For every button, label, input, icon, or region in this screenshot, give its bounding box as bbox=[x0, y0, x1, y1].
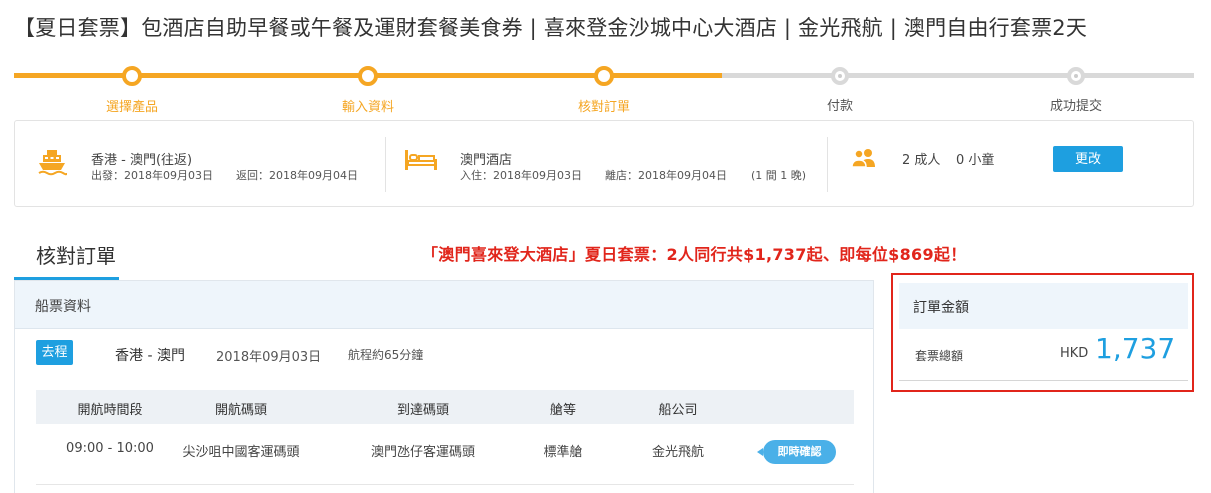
hotel-name: 澳門酒店 bbox=[460, 153, 513, 168]
hotel-checkin-date: 入住：2018年09月03日 bbox=[460, 169, 582, 182]
step-dot bbox=[831, 67, 849, 85]
check-order-title: 核對訂單 bbox=[36, 244, 116, 268]
step-label: 選擇產品 bbox=[105, 100, 158, 115]
bed-icon bbox=[405, 150, 437, 170]
step-enter-details: 輸入資料 bbox=[298, 60, 438, 115]
total-amount: 1,737 bbox=[1095, 332, 1176, 365]
step-label: 核對訂單 bbox=[577, 100, 630, 115]
ferry-route: 香港 - 澳門(往返) bbox=[91, 153, 193, 168]
step-select-product: 選擇產品 bbox=[62, 60, 202, 115]
step-dot bbox=[358, 66, 378, 86]
adult-count: 2 成人 bbox=[902, 153, 941, 168]
table-header: 開航時間段 開航碼頭 到達碼頭 艙等 船公司 bbox=[36, 390, 854, 424]
checkout-progress: 選擇產品 輸入資料 核對訂單 付款 成功提交 bbox=[14, 60, 1194, 120]
direction-badge: 去程 bbox=[36, 340, 73, 365]
ferry-ticket-panel: 船票資料 去程 香港 - 澳門 2018年09月03日 航程約65分鐘 開航時間… bbox=[14, 280, 874, 493]
order-amount-panel: 訂單金額 套票總額 HKD 1,737 bbox=[899, 283, 1188, 382]
guest-summary: 2 成人 0 小童 bbox=[828, 121, 1193, 206]
cabin-class-cell: 標準艙 bbox=[543, 445, 583, 460]
total-label: 套票總額 bbox=[915, 349, 964, 363]
change-button[interactable]: 更改 bbox=[1053, 146, 1123, 172]
step-check-order: 核對訂單 bbox=[534, 60, 674, 115]
currency-label: HKD bbox=[1060, 346, 1089, 361]
page-title: 【夏日套票】包酒店自助早餐或午餐及運財套餐美食券 | 喜來登金沙城中心大酒店 |… bbox=[14, 16, 1088, 40]
people-icon bbox=[851, 149, 875, 168]
arrival-pier-cell: 澳門氹仔客運碼頭 bbox=[370, 445, 476, 460]
ferry-summary: 香港 - 澳門(往返) 出發：2018年09月03日 返回：2018年09月04… bbox=[15, 121, 385, 206]
step-label: 成功提交 bbox=[1049, 99, 1102, 114]
column-header: 艙等 bbox=[549, 403, 577, 418]
step-submitted: 成功提交 bbox=[1006, 60, 1146, 114]
ticket-section-title: 船票資料 bbox=[35, 299, 91, 315]
ferry-company-cell: 金光飛航 bbox=[651, 445, 705, 460]
instant-confirm-tag: 即時確認 bbox=[757, 440, 836, 464]
row-divider bbox=[36, 484, 854, 485]
sailing-time-cell: 09:00 - 10:00 bbox=[66, 441, 154, 456]
step-payment: 付款 bbox=[770, 60, 910, 114]
step-dot bbox=[1067, 67, 1085, 85]
booking-summary: 香港 - 澳門(往返) 出發：2018年09月03日 返回：2018年09月04… bbox=[14, 120, 1194, 207]
order-amount-title: 訂單金額 bbox=[913, 300, 969, 316]
hotel-summary: 澳門酒店 入住：2018年09月03日 離店：2018年09月04日 (1 間 … bbox=[386, 121, 826, 206]
step-label: 付款 bbox=[826, 99, 853, 114]
ticket-panel-header: 船票資料 bbox=[15, 281, 873, 329]
child-count: 0 小童 bbox=[956, 153, 995, 168]
departure-pier-cell: 尖沙咀中國客運碼頭 bbox=[182, 445, 300, 460]
ferry-depart-date: 出發：2018年09月03日 bbox=[91, 169, 213, 182]
ticket-duration: 航程約65分鐘 bbox=[348, 348, 424, 362]
promo-banner: 「澳門喜來登大酒店」夏日套票：2人同行共$1,737起、即每位$869起！ bbox=[422, 245, 967, 264]
step-label: 輸入資料 bbox=[341, 100, 394, 115]
hotel-room-count: (1 間 1 晚) bbox=[751, 169, 807, 182]
step-dot bbox=[594, 66, 614, 86]
column-header: 船公司 bbox=[658, 403, 698, 418]
ferry-icon bbox=[38, 150, 67, 176]
ticket-date: 2018年09月03日 bbox=[216, 350, 322, 365]
hotel-checkout-date: 離店：2018年09月04日 bbox=[605, 169, 727, 182]
order-amount-header: 訂單金額 bbox=[899, 283, 1188, 329]
ferry-return-date: 返回：2018年09月04日 bbox=[236, 169, 358, 182]
ticket-route: 香港 - 澳門 bbox=[115, 348, 185, 364]
column-header: 開航碼頭 bbox=[214, 403, 268, 418]
column-header: 開航時間段 bbox=[77, 403, 143, 418]
step-dot bbox=[122, 66, 142, 86]
order-amount-box: 訂單金額 套票總額 HKD 1,737 bbox=[891, 273, 1194, 392]
order-total-row: 套票總額 HKD 1,737 bbox=[899, 329, 1188, 381]
column-header: 到達碼頭 bbox=[396, 403, 450, 418]
